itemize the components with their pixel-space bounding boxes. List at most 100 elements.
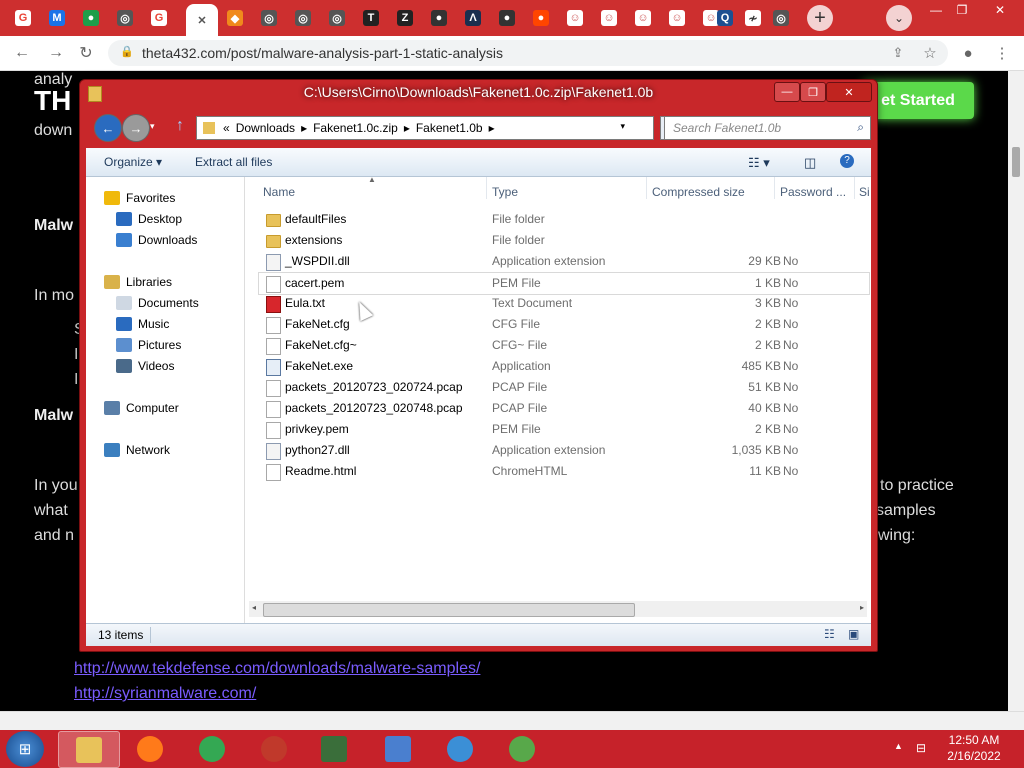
browser-tab[interactable]: ≁ [740, 4, 766, 32]
address-bar[interactable]: 🔒 theta432.com/post/malware-analysis-par… [108, 40, 948, 66]
scroll-right-icon[interactable]: ▸ [860, 603, 864, 612]
recent-pages-dropdown-icon[interactable]: ▾ [150, 121, 155, 132]
url-text[interactable]: theta432.com/post/malware-analysis-part-… [142, 45, 503, 61]
browser-tab[interactable]: Λ [460, 4, 486, 32]
browser-tab[interactable]: ● [528, 4, 554, 32]
breadcrumb-overflow[interactable]: « [223, 121, 230, 135]
breadcrumb-separator[interactable]: ▸ [489, 121, 495, 135]
preview-pane-icon[interactable]: ◫ [804, 155, 816, 171]
reload-icon[interactable]: ↻ [76, 43, 96, 63]
nav-item-pictures[interactable]: Pictures [116, 336, 181, 354]
scroll-left-icon[interactable]: ◂ [252, 603, 256, 612]
column-name[interactable]: Name [263, 185, 295, 199]
browser-tab[interactable]: ◎ [112, 4, 138, 32]
nav-item-libraries[interactable]: Libraries [104, 273, 172, 291]
extract-all-button[interactable]: Extract all files [195, 155, 272, 169]
column-type[interactable]: Type [492, 185, 518, 199]
file-row[interactable]: cacert.pem PEM File 1 KB No [258, 272, 870, 295]
forward-arrow-icon[interactable]: → [122, 114, 150, 142]
browser-tab[interactable]: ◎ [290, 4, 316, 32]
browser-tab[interactable]: T [358, 4, 384, 32]
taskbar-button[interactable] [120, 731, 180, 766]
back-arrow-icon[interactable]: ← [94, 114, 122, 142]
taskbar-button[interactable] [304, 731, 364, 766]
start-button[interactable]: ⊞ [6, 731, 44, 767]
file-row[interactable]: Readme.html ChromeHTML 11 KB No [259, 461, 869, 482]
help-icon[interactable]: ? [840, 154, 854, 168]
show-hidden-icons-icon[interactable]: ▲ [894, 741, 903, 751]
browser-tab[interactable]: ◎ [768, 4, 794, 32]
column-divider[interactable] [646, 177, 647, 199]
breadcrumb-separator[interactable]: ▸ [404, 121, 410, 135]
address-dropdown-icon[interactable]: ▾ [620, 121, 625, 132]
breadcrumb-separator[interactable]: ▸ [301, 121, 307, 135]
browser-tab[interactable]: ☺ [596, 4, 622, 32]
browser-tab[interactable]: G [146, 4, 172, 32]
explorer-maximize-button[interactable]: ❐ [800, 82, 826, 102]
browser-tab[interactable]: ◆ [222, 4, 248, 32]
file-row[interactable]: FakeNet.cfg~ CFG~ File 2 KB No [259, 335, 869, 356]
file-row[interactable]: _WSPDII.dll Application extension 29 KB No [259, 251, 869, 272]
page-vertical-scrollbar[interactable] [1008, 71, 1024, 711]
column-divider[interactable] [774, 177, 775, 199]
file-row[interactable]: Eula.txt Text Document 3 KB No [259, 293, 869, 314]
up-one-level-icon[interactable]: ↑ [176, 117, 184, 135]
file-row[interactable]: python27.dll Application extension 1,035 K… [259, 440, 869, 461]
get-started-button[interactable]: et Started [862, 82, 974, 119]
details-view-icon[interactable]: ☷ [824, 627, 835, 641]
taskbar-button[interactable] [492, 731, 552, 766]
browser-tab[interactable]: ◎ [324, 4, 350, 32]
new-tab-button[interactable]: + [807, 5, 833, 31]
browser-tab[interactable]: M [44, 4, 70, 32]
search-icon[interactable]: ⌕ [857, 120, 864, 135]
scroll-thumb[interactable] [1012, 147, 1020, 177]
browser-tab[interactable]: G [10, 4, 36, 32]
file-row[interactable]: packets_20120723_020724.pcap PCAP File 51 … [259, 377, 869, 398]
taskbar-button[interactable] [58, 731, 120, 768]
menu-icon[interactable]: ⋮ [992, 43, 1012, 63]
file-row[interactable]: packets_20120723_020748.pcap PCAP File 40 … [259, 398, 869, 419]
forward-icon[interactable]: → [46, 43, 66, 63]
close-icon[interactable]: ✕ [194, 12, 210, 28]
breadcrumb-downloads[interactable]: Downloads [236, 121, 295, 135]
browser-tab[interactable]: Q [712, 4, 738, 32]
nav-item-favorites[interactable]: Favorites [104, 189, 175, 207]
nav-item-desktop[interactable]: Desktop [116, 210, 182, 228]
tab-close-button[interactable]: ✕ [186, 4, 218, 36]
site-logo[interactable]: TH [34, 85, 71, 117]
column-divider[interactable] [854, 177, 855, 199]
breadcrumb-zip[interactable]: Fakenet1.0c.zip [313, 121, 398, 135]
file-row[interactable]: extensions File folder [259, 230, 869, 251]
nav-item-network[interactable]: Network [104, 441, 170, 459]
browser-tab[interactable]: ☺ [630, 4, 656, 32]
back-icon[interactable]: ← [12, 43, 32, 63]
view-options-icon[interactable]: ☷ ▾ [748, 155, 770, 171]
file-row[interactable]: privkey.pem PEM File 2 KB No [259, 419, 869, 440]
bookmark-star-icon[interactable]: ☆ [920, 43, 940, 63]
column-size[interactable]: Si [859, 185, 870, 199]
tekdefense-link[interactable]: http://www.tekdefense.com/downloads/malw… [74, 660, 480, 678]
large-icons-view-icon[interactable]: ▣ [848, 627, 859, 641]
scroll-thumb[interactable] [263, 603, 635, 617]
explorer-close-button[interactable]: ✕ [826, 82, 872, 102]
browser-tab[interactable]: ● [78, 4, 104, 32]
breadcrumb-fakenet[interactable]: Fakenet1.0b [416, 121, 483, 135]
browser-tab[interactable]: ☺ [562, 4, 588, 32]
maximize-button[interactable]: ❐ [947, 2, 977, 18]
tab-search-button[interactable]: ⌄ [886, 5, 912, 31]
syrianmalware-link[interactable]: http://syrianmalware.com/ [74, 685, 256, 703]
network-tray-icon[interactable]: ⊟ [916, 741, 926, 755]
column-divider[interactable] [486, 177, 487, 199]
taskbar-button[interactable] [244, 731, 304, 766]
file-row[interactable]: FakeNet.exe Application 485 KB No [259, 356, 869, 377]
taskbar-button[interactable] [430, 731, 490, 766]
browser-tab[interactable]: Z [392, 4, 418, 32]
breadcrumb[interactable]: « Downloads ▸ Fakenet1.0c.zip ▸ Fakenet1… [196, 116, 654, 140]
browser-tab[interactable]: ☺ [664, 4, 690, 32]
file-list-horizontal-scrollbar[interactable]: ◂ ▸ [249, 601, 867, 617]
file-row[interactable]: defaultFiles File folder [259, 209, 869, 230]
taskbar-button[interactable] [368, 731, 428, 766]
taskbar-button[interactable] [182, 731, 242, 766]
nav-item-music[interactable]: Music [116, 315, 169, 333]
clock[interactable]: 12:50 AM 2/16/2022 [946, 732, 1002, 764]
